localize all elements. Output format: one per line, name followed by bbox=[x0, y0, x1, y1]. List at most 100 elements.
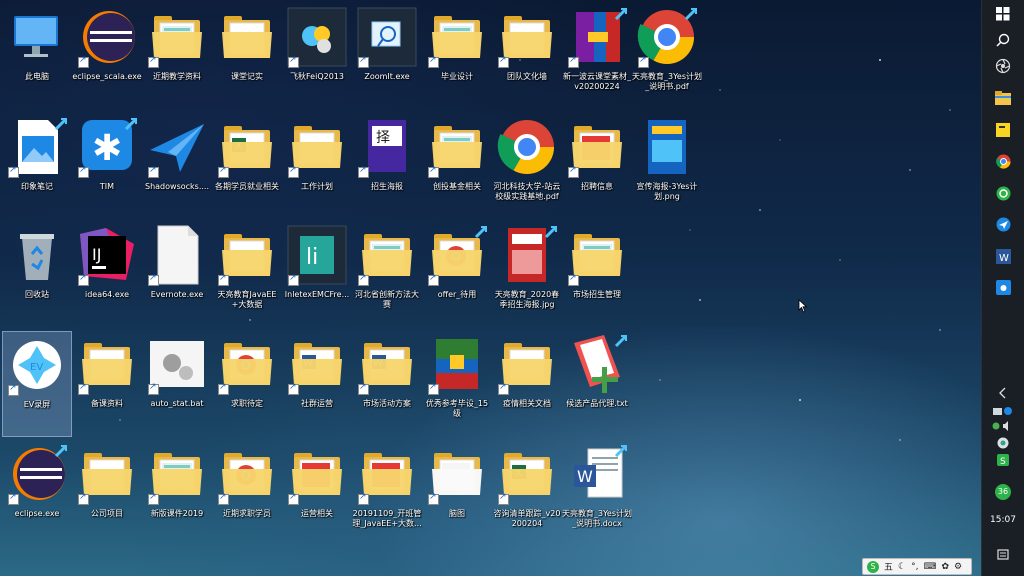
zoomit-icon bbox=[356, 6, 418, 68]
desktop-icon-label: idea64.exe bbox=[84, 290, 130, 299]
shortcut-arrow-icon bbox=[428, 382, 439, 395]
desktop-icon-label: 河北科技大学-站云校级实践基地.pdf bbox=[493, 182, 561, 201]
ime-mode-label[interactable]: 五 bbox=[884, 560, 893, 573]
desktop-icon[interactable]: 近期教学资料 bbox=[142, 4, 212, 110]
desktop-icon[interactable]: 工作计划 bbox=[282, 114, 352, 220]
desktop-icon[interactable]: 天亮教育_2020春季招生海报.jpg bbox=[492, 222, 562, 328]
blank-icon bbox=[146, 224, 208, 286]
desktop-icon[interactable]: eclipse_scala.exe bbox=[72, 4, 142, 110]
wechat-icon[interactable] bbox=[991, 183, 1015, 203]
chrome-icon[interactable] bbox=[991, 151, 1015, 171]
desktop-icon[interactable]: W 天亮教育_3Yes计划_说明书.docx bbox=[562, 441, 632, 547]
search-icon[interactable] bbox=[991, 30, 1015, 50]
shadowsocks-icon[interactable] bbox=[991, 214, 1015, 234]
desktop-icon[interactable]: EV EV录屏 bbox=[2, 331, 72, 437]
shortcut-arrow-icon bbox=[288, 273, 299, 286]
desktop-icon-label: 咨询清单跟踪_v20200204 bbox=[493, 509, 561, 528]
keyboard-icon[interactable]: ⌨ bbox=[923, 562, 936, 572]
desktop-icon[interactable]: 回收站 bbox=[2, 222, 72, 328]
desktop-icon[interactable]: Shadowsocks.... bbox=[142, 114, 212, 220]
desktop-icon[interactable]: 候选产品代理.txt bbox=[562, 331, 632, 437]
folder-icon bbox=[76, 333, 138, 395]
desktop-icon[interactable]: 脑图 bbox=[422, 441, 492, 547]
desktop-icon[interactable]: 疫情相关文档 bbox=[492, 331, 562, 437]
sticky-notes-icon[interactable] bbox=[991, 120, 1015, 140]
shortcut-arrow-icon bbox=[358, 165, 369, 178]
notification-icon[interactable] bbox=[991, 545, 1015, 565]
desktop-icon[interactable]: 备课资料 bbox=[72, 331, 142, 437]
desktop-icon[interactable]: 运营相关 bbox=[282, 441, 352, 547]
sogou-icon: S bbox=[867, 560, 879, 573]
desktop-icon-label: InletexEMCFre... bbox=[284, 290, 350, 299]
skin-icon[interactable]: ✿ bbox=[941, 562, 949, 572]
desktop-icon[interactable]: 宣传海报-3Yes计划.png bbox=[632, 114, 702, 220]
desktop-icon[interactable]: 20191109_开班管理_JavaEE+大数... bbox=[352, 441, 422, 547]
word-icon[interactable]: W bbox=[991, 246, 1015, 266]
shortcut-arrow-icon bbox=[358, 273, 369, 286]
shortcut-arrow-icon bbox=[428, 165, 439, 178]
desktop-icon[interactable]: X 咨询清单跟踪_v20200204 bbox=[492, 441, 562, 547]
desktop-icon[interactable]: X 各期学员就业相关 bbox=[212, 114, 282, 220]
desktop-icon[interactable]: 市场招生管理 bbox=[562, 222, 632, 328]
mouse-cursor-icon bbox=[798, 299, 808, 313]
shortcut-arrow-icon bbox=[148, 273, 159, 286]
desktop-icon[interactable]: 求职待定 bbox=[212, 331, 282, 437]
desktop-icon[interactable]: 此电脑 bbox=[2, 4, 72, 110]
chevron-left-icon[interactable] bbox=[991, 383, 1015, 403]
svg-text:✱: ✱ bbox=[92, 128, 122, 169]
clock[interactable]: 15:07 bbox=[982, 515, 1024, 525]
desktop-icon[interactable]: 公司项目 bbox=[72, 441, 142, 547]
sync-badge-icon bbox=[684, 6, 698, 21]
file-explorer-icon[interactable] bbox=[991, 88, 1015, 108]
app-tray-icon-2[interactable]: S bbox=[991, 450, 1015, 470]
desktop-icon[interactable]: ZoomIt.exe bbox=[352, 4, 422, 110]
desktop-icon[interactable]: 天亮教育_3Yes计划_说明书.pdf bbox=[632, 4, 702, 110]
desktop-icon-label: 市场活动方案 bbox=[363, 399, 411, 408]
desktop-icon[interactable]: 择招生海报 bbox=[352, 114, 422, 220]
task-view-icon[interactable] bbox=[991, 56, 1015, 76]
shortcut-arrow-icon bbox=[148, 492, 159, 505]
ime-toolbar[interactable]: S 五 ☾ °, ⌨ ✿ ⚙ bbox=[862, 558, 972, 575]
desktop-icon[interactable]: 河北省创新方法大赛 bbox=[352, 222, 422, 328]
desktop-icon-label: 河北省创新方法大赛 bbox=[355, 290, 419, 309]
desktop-icon[interactable]: 毕业设计 bbox=[422, 4, 492, 110]
desktop-icon-label: Shadowsocks.... bbox=[145, 182, 209, 191]
desktop-icon[interactable]: li InletexEMCFre... bbox=[282, 222, 352, 328]
desktop-icon-label: ZoomIt.exe bbox=[364, 72, 410, 81]
badge-icon[interactable]: 36 bbox=[991, 482, 1015, 502]
settings-icon[interactable]: ⚙ bbox=[954, 562, 962, 572]
desktop-icon[interactable]: 创投基金相关 bbox=[422, 114, 492, 220]
desktop-icon[interactable]: IJ idea64.exe bbox=[72, 222, 142, 328]
desktop-icon[interactable]: offer_待用 bbox=[422, 222, 492, 328]
moon-icon[interactable]: ☾ bbox=[898, 562, 906, 572]
desktop-icon[interactable]: 天亮教育JavaEE+大数据 bbox=[212, 222, 282, 328]
folder-red-icon bbox=[286, 443, 348, 505]
folder-chrome-icon bbox=[216, 443, 278, 505]
desktop-icon[interactable]: 近期求职学员 bbox=[212, 441, 282, 547]
desktop-icon[interactable]: W 市场活动方案 bbox=[352, 331, 422, 437]
folder-icon bbox=[496, 333, 558, 395]
desktop-icon-label: 20191109_开班管理_JavaEE+大数... bbox=[352, 509, 422, 528]
desktop-icon[interactable]: 印象笔记 bbox=[2, 114, 72, 220]
sync-badge-icon bbox=[614, 333, 628, 348]
desktop-icon[interactable]: 河北科技大学-站云校级实践基地.pdf bbox=[492, 114, 562, 220]
desktop-icon[interactable]: Evernote.exe bbox=[142, 222, 212, 328]
desktop-icon[interactable]: auto_stat.bat bbox=[142, 331, 212, 437]
desktop-icon[interactable]: 招聘信息 bbox=[562, 114, 632, 220]
desktop-icon[interactable]: W 社群运营 bbox=[282, 331, 352, 437]
desktop-icon[interactable]: 新一波云课堂素材_v20200224 bbox=[562, 4, 632, 110]
bat-icon bbox=[146, 333, 208, 395]
media-icon[interactable] bbox=[991, 277, 1015, 297]
desktop-icon[interactable]: 新版课件2019 bbox=[142, 441, 212, 547]
desktop-icon[interactable]: 课堂记实 bbox=[212, 4, 282, 110]
desktop-icon[interactable]: 飞秋FeiQ2013 bbox=[282, 4, 352, 110]
desktop-icon[interactable]: 优秀参考毕设_15级 bbox=[422, 331, 492, 437]
desktop-icon[interactable]: eclipse.exe bbox=[2, 441, 72, 547]
folder-excel-icon: X bbox=[216, 116, 278, 178]
rar2-icon bbox=[426, 333, 488, 395]
windows-icon[interactable] bbox=[991, 4, 1015, 24]
punctuation-icon[interactable]: °, bbox=[911, 562, 918, 572]
desktop-icon[interactable]: ✱ TIM bbox=[72, 114, 142, 220]
rar-icon bbox=[566, 6, 628, 68]
desktop-icon[interactable]: 团队文化墙 bbox=[492, 4, 562, 110]
